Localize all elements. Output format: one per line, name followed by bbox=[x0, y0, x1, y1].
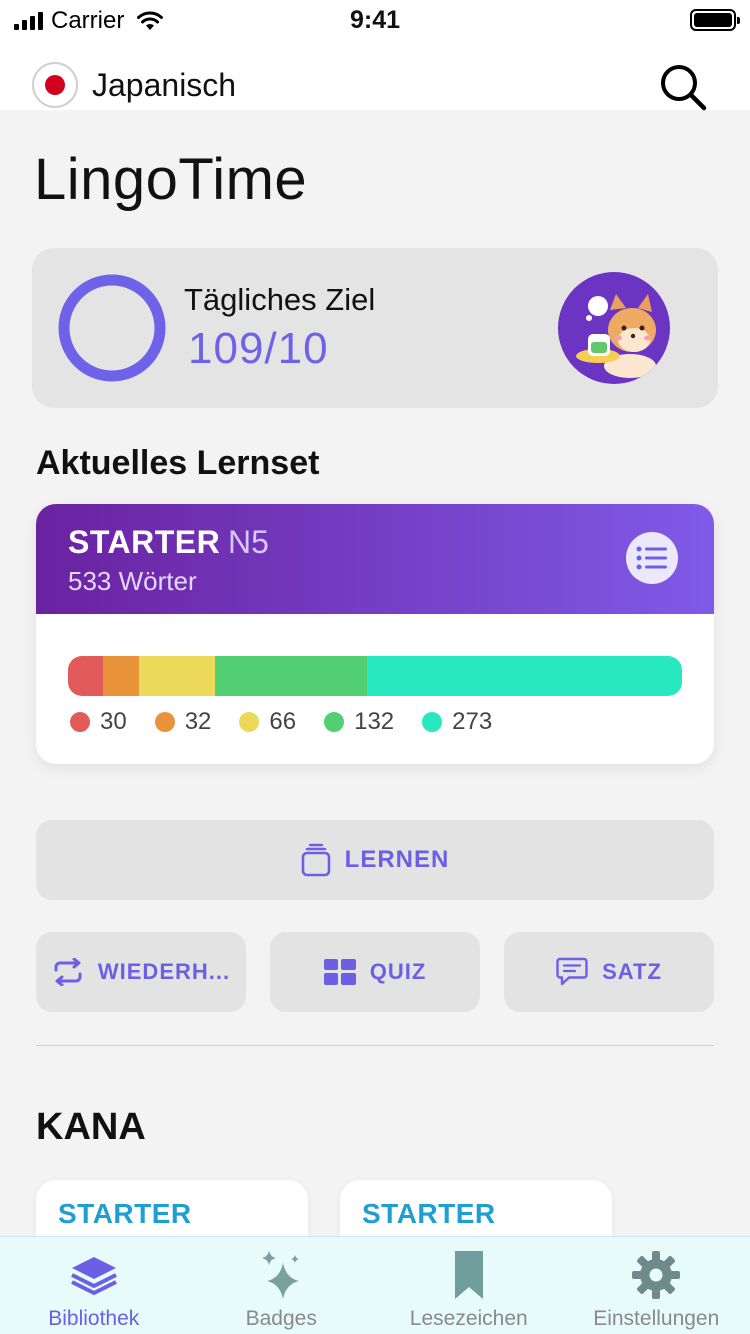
goal-value: 109/10 bbox=[188, 324, 329, 373]
current-set-heading: Aktuelles Lernset bbox=[36, 444, 320, 482]
list-icon bbox=[636, 546, 667, 570]
layers-icon bbox=[70, 1257, 117, 1295]
quiz-button-label: QUIZ bbox=[369, 959, 427, 984]
chat-bubble-icon bbox=[556, 957, 588, 986]
tab-label: Bibliothek bbox=[48, 1307, 140, 1330]
progress-segment bbox=[367, 656, 682, 696]
set-progress-bar bbox=[68, 656, 682, 696]
legend-dot bbox=[239, 712, 260, 732]
tab-badges[interactable]: Badges bbox=[188, 1237, 376, 1334]
cards-stack-icon bbox=[301, 843, 330, 877]
tab-bar: Bibliothek Badges Lesezeichen Einstellun… bbox=[0, 1236, 750, 1334]
legend-dot bbox=[154, 712, 175, 732]
tab-label: Einstellungen bbox=[593, 1307, 720, 1330]
progress-legend: 30 32 66 132 273 bbox=[70, 708, 520, 736]
gear-icon bbox=[632, 1251, 681, 1299]
language-selector[interactable]: Japanisch bbox=[32, 62, 236, 108]
grid-icon bbox=[323, 959, 356, 985]
japan-flag-icon bbox=[32, 62, 78, 108]
sentence-button-label: SATZ bbox=[602, 959, 662, 984]
kana-card-title: STARTER bbox=[58, 1198, 192, 1229]
legend-value: 32 bbox=[184, 708, 212, 735]
sentence-button[interactable]: SATZ bbox=[504, 932, 714, 1012]
legend-dot bbox=[324, 712, 345, 732]
current-set-card[interactable]: STARTER N5 533 Wörter 30 32 66 132 273 bbox=[36, 504, 714, 764]
page-title: LingoTime bbox=[34, 147, 308, 212]
status-time: 9:41 bbox=[349, 6, 401, 34]
progress-segment bbox=[139, 656, 216, 696]
legend-dot bbox=[70, 712, 90, 732]
legend-dot bbox=[422, 712, 443, 732]
legend-value: 273 bbox=[452, 708, 493, 735]
learn-button[interactable]: LERNEN bbox=[36, 820, 714, 900]
kana-heading: KANA bbox=[36, 1106, 146, 1148]
goal-progress-ring bbox=[58, 274, 166, 382]
legend-item: 66 bbox=[239, 708, 296, 736]
set-word-count: 533 Wörter bbox=[68, 566, 197, 596]
legend-value: 66 bbox=[269, 708, 297, 735]
kana-card-title: STARTER bbox=[362, 1198, 496, 1229]
shiba-dog-icon bbox=[576, 294, 656, 378]
repeat-icon bbox=[54, 958, 82, 986]
tab-library[interactable]: Bibliothek bbox=[0, 1237, 188, 1334]
legend-item: 30 bbox=[70, 708, 127, 736]
review-button[interactable]: WIEDERH... bbox=[36, 932, 246, 1012]
search-icon[interactable] bbox=[656, 60, 710, 114]
review-button-label: WIEDERH... bbox=[97, 959, 231, 984]
quiz-button[interactable]: QUIZ bbox=[270, 932, 480, 1012]
legend-value: 132 bbox=[354, 708, 395, 735]
legend-item: 132 bbox=[324, 708, 394, 736]
legend-item: 32 bbox=[154, 708, 212, 736]
set-card-header: STARTER N5 533 Wörter bbox=[36, 504, 714, 614]
goal-label: Tägliches Ziel bbox=[184, 282, 376, 317]
mascot-avatar[interactable] bbox=[558, 272, 670, 384]
bookmark-icon bbox=[454, 1251, 483, 1299]
tab-label: Badges bbox=[245, 1307, 317, 1330]
sparkles-icon bbox=[262, 1251, 300, 1299]
tab-bookmarks[interactable]: Lesezeichen bbox=[375, 1237, 563, 1334]
status-bar: Carrier 9:41 bbox=[0, 0, 750, 40]
language-label: Japanisch bbox=[92, 66, 237, 103]
legend-item: 273 bbox=[422, 708, 492, 736]
progress-segment bbox=[68, 656, 103, 696]
tab-label: Lesezeichen bbox=[409, 1307, 528, 1330]
battery-icon bbox=[690, 9, 740, 31]
legend-value: 30 bbox=[100, 708, 127, 735]
daily-goal-card[interactable]: Tägliches Ziel 109/10 bbox=[32, 248, 718, 408]
set-level: N5 bbox=[228, 524, 269, 560]
progress-segment bbox=[215, 656, 368, 696]
learn-button-label: LERNEN bbox=[344, 846, 450, 873]
set-name: STARTER bbox=[68, 524, 221, 560]
tab-settings[interactable]: Einstellungen bbox=[563, 1237, 750, 1334]
list-button[interactable] bbox=[626, 532, 678, 584]
divider bbox=[36, 1045, 714, 1046]
progress-segment bbox=[102, 656, 140, 696]
